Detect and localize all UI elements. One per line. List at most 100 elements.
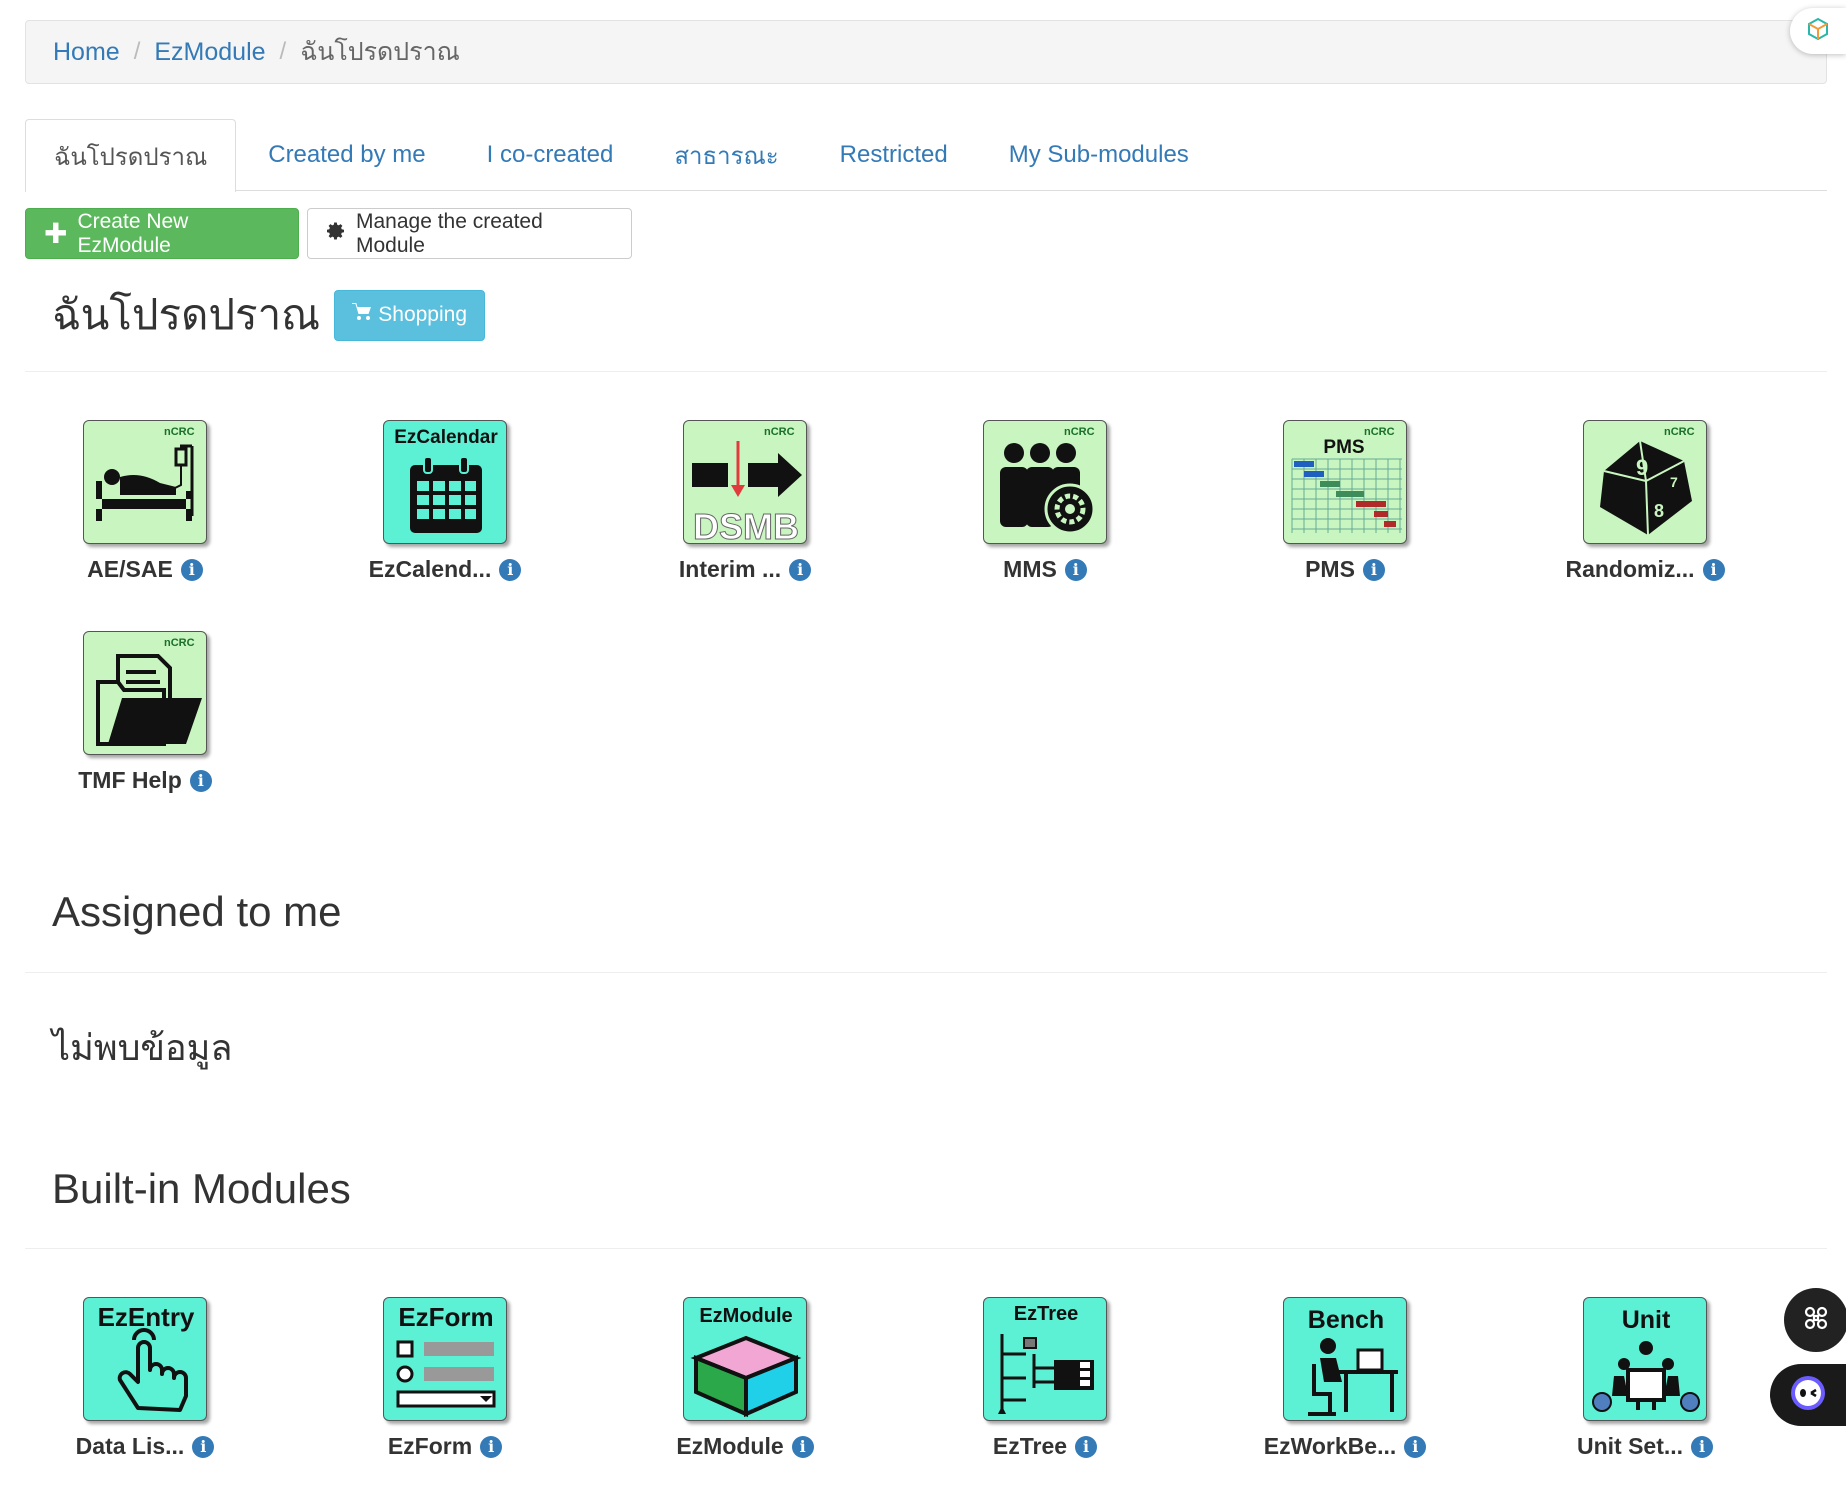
tab-restricted[interactable]: Restricted	[811, 119, 977, 190]
builtin-grid: EzEntry Data Lis... i EzForm EzForm i Ez…	[25, 1249, 1827, 1489]
assigned-title: Assigned to me	[52, 888, 342, 935]
svg-text:EzCalendar: EzCalendar	[394, 427, 498, 448]
svg-text:PMS: PMS	[1323, 437, 1364, 458]
module-ezform[interactable]: EzForm EzForm i	[325, 1297, 565, 1460]
shopping-label: Shopping	[378, 303, 468, 326]
module-randomization[interactable]: nCRC 9 8 7 Randomiz... i	[1525, 420, 1765, 583]
cart-icon	[352, 303, 372, 327]
module-ezcalendar[interactable]: EzCalendar EzCalend... i	[325, 420, 565, 583]
gear-icon	[326, 221, 346, 247]
svg-text:EzForm: EzForm	[398, 1302, 493, 1332]
module-ezmodule[interactable]: EzModule EzModule i	[625, 1297, 865, 1460]
form-icon: EzForm	[383, 1297, 507, 1421]
module-data-list[interactable]: EzEntry Data Lis... i	[25, 1297, 265, 1460]
breadcrumb-separator: /	[133, 38, 141, 65]
module-eztree[interactable]: EzTree EzTree i	[925, 1297, 1165, 1460]
tab-co-created[interactable]: I co-created	[458, 119, 643, 190]
manage-modules-label: Manage the created Module	[356, 209, 543, 257]
svg-text:EzTree: EzTree	[1014, 1303, 1078, 1325]
module-pms[interactable]: nCRC PMS PMS i	[1225, 420, 1465, 583]
info-icon[interactable]: i	[1064, 558, 1087, 581]
module-label: Randomiz...	[1565, 556, 1695, 582]
shopping-button[interactable]: Shopping	[334, 289, 486, 341]
module-label: Unit Set...	[1576, 1433, 1684, 1459]
team-gear-icon: nCRC	[983, 420, 1107, 544]
svg-text:nCRC: nCRC	[164, 637, 195, 649]
breadcrumb-home-link[interactable]: Home	[53, 38, 120, 67]
empty-message: ไม่พบข้อมูล	[52, 1027, 233, 1068]
info-icon[interactable]: i	[1404, 1435, 1427, 1458]
module-label: EzTree	[992, 1433, 1068, 1459]
tab-public[interactable]: สาธารณะ	[645, 119, 807, 190]
favorites-title: ฉันโปรดปราณ	[52, 291, 321, 338]
breadcrumb: Home / EzModule / ฉันโปรดปราณ	[25, 20, 1827, 84]
unit-team-icon: Unit	[1583, 1297, 1707, 1421]
module-interim[interactable]: nCRC DSMB Interim ... i	[625, 420, 865, 583]
info-icon[interactable]: i	[192, 1435, 215, 1458]
svg-text:DSMB: DSMB	[693, 506, 799, 544]
dice-icon: nCRC 9 8 7	[1583, 420, 1707, 544]
svg-text:nCRC: nCRC	[1364, 426, 1395, 438]
svg-text:nCRC: nCRC	[164, 426, 195, 438]
tab-favorites[interactable]: ฉันโปรดปราณ	[25, 119, 237, 192]
module-tabs: ฉันโปรดปราณ Created by me I co-created ส…	[25, 119, 1827, 192]
module-label: EzCalend...	[368, 556, 492, 582]
info-icon[interactable]: i	[499, 558, 522, 581]
manage-modules-button[interactable]: Manage the created Module	[307, 208, 632, 259]
module-label: Interim ...	[678, 556, 782, 582]
assigned-header: Assigned to me	[25, 882, 1827, 942]
svg-text:nCRC: nCRC	[1664, 426, 1695, 438]
module-ezworkbench[interactable]: Bench EzWorkBe... i	[1225, 1297, 1465, 1460]
info-icon[interactable]: i	[480, 1435, 503, 1458]
calendar-icon: EzCalendar	[383, 420, 507, 544]
toolbar: ✚ Create New EzModule Manage the created…	[25, 208, 1827, 259]
module-mms[interactable]: nCRC MMS i	[925, 420, 1165, 583]
divider	[25, 972, 1827, 973]
create-module-button[interactable]: ✚ Create New EzModule	[25, 208, 299, 259]
bot-face-icon	[1788, 1373, 1828, 1418]
module-unit-settings[interactable]: Unit Unit Set... i	[1525, 1297, 1765, 1460]
builtin-header: Built-in Modules	[25, 1159, 1827, 1219]
tap-hand-icon: EzEntry	[83, 1297, 207, 1421]
breadcrumb-current: ฉันโปรดปราณ	[300, 38, 460, 66]
info-icon[interactable]: i	[1691, 1435, 1714, 1458]
module-label: TMF Help	[78, 767, 182, 793]
breadcrumb-ezmodule-link[interactable]: EzModule	[154, 38, 265, 67]
module-label: AE/SAE	[87, 556, 173, 582]
module-ae-sae[interactable]: nCRC AE/SAE i	[25, 420, 265, 583]
create-module-label: Create New EzModule	[77, 209, 189, 257]
page: Home / EzModule / ฉันโปรดปราณ ฉันโปรดปรา…	[25, 20, 1827, 1489]
module-label: EzWorkBe...	[1263, 1433, 1397, 1459]
gantt-chart-icon: nCRC PMS	[1283, 420, 1407, 544]
plus-icon: ✚	[44, 217, 68, 249]
module-label: EzForm	[387, 1433, 473, 1459]
info-icon[interactable]: i	[791, 1435, 814, 1458]
tab-sub-modules[interactable]: My Sub-modules	[980, 119, 1218, 190]
svg-text:nCRC: nCRC	[1064, 426, 1095, 438]
info-icon[interactable]: i	[1702, 558, 1725, 581]
svg-text:Bench: Bench	[1308, 1306, 1384, 1334]
module-label: Data Lis...	[75, 1433, 185, 1459]
favorites-grid: nCRC AE/SAE i EzCalendar EzCalend... i n…	[25, 372, 1827, 842]
patient-bed-icon: nCRC	[83, 420, 207, 544]
breadcrumb-separator: /	[279, 38, 287, 65]
tab-created-by-me[interactable]: Created by me	[239, 119, 454, 190]
chatbot-button[interactable]	[1770, 1364, 1846, 1426]
module-label: EzModule	[676, 1433, 784, 1459]
command-icon	[1801, 1303, 1831, 1338]
svg-text:7: 7	[1670, 474, 1678, 490]
favorites-header: ฉันโปรดปราณ Shopping	[25, 287, 1827, 343]
module-tmf-help[interactable]: nCRC TMF Help i	[25, 631, 265, 794]
info-icon[interactable]: i	[1075, 1435, 1098, 1458]
svg-text:Unit: Unit	[1622, 1306, 1671, 1334]
info-icon[interactable]: i	[189, 769, 212, 792]
svg-text:EzEntry: EzEntry	[98, 1302, 195, 1332]
dsmb-icon: nCRC DSMB	[683, 420, 807, 544]
info-icon[interactable]: i	[789, 558, 812, 581]
info-icon[interactable]: i	[1362, 558, 1385, 581]
svg-text:nCRC: nCRC	[764, 426, 795, 438]
module-label: MMS	[1003, 556, 1057, 582]
assistant-launcher-button[interactable]	[1790, 8, 1846, 54]
info-icon[interactable]: i	[180, 558, 203, 581]
quick-menu-button[interactable]	[1784, 1288, 1846, 1352]
